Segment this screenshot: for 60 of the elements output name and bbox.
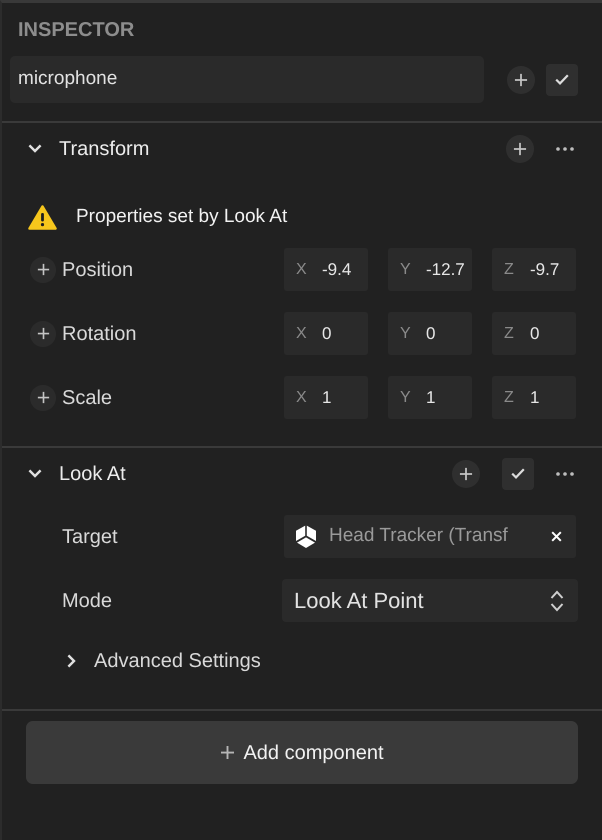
add-button[interactable] (452, 460, 480, 488)
more-button[interactable] (556, 146, 574, 150)
number-field[interactable]: Y -12.7 (388, 248, 472, 291)
keyframe-button[interactable] (30, 320, 56, 346)
select-field[interactable]: Look At Point (282, 579, 578, 622)
property-label: Rotation (62, 322, 136, 346)
axis-label: Y (400, 388, 412, 408)
number-field[interactable]: Z 1 (492, 376, 576, 419)
axis-label: X (296, 388, 308, 408)
section-title: Transform (59, 136, 150, 162)
axis-label: X (296, 324, 308, 344)
number-field[interactable]: Y 1 (388, 376, 472, 419)
section-title: Look At (59, 462, 126, 486)
keyframe-button[interactable] (30, 256, 56, 282)
plus-icon (36, 327, 50, 340)
keyframe-button[interactable] (30, 384, 56, 410)
axis-label: Y (400, 260, 412, 280)
chevron-right-icon[interactable] (67, 654, 76, 668)
axis-label: X (296, 260, 308, 280)
add-button[interactable] (506, 134, 534, 162)
number-field[interactable]: X -9.4 (284, 248, 368, 291)
warning-message: Properties set by Look At (76, 204, 288, 229)
axis-label: Z (504, 260, 515, 280)
plus-icon (459, 466, 473, 480)
more-icon (556, 146, 574, 150)
chevron-down-icon[interactable] (28, 144, 42, 153)
plus-icon (36, 263, 50, 276)
object-field[interactable]: Head Tracker (Transf (284, 515, 576, 558)
close-icon[interactable] (551, 531, 562, 542)
group-title[interactable]: Advanced Settings (94, 646, 261, 676)
plus-icon (513, 142, 527, 156)
property-label: Scale (62, 386, 112, 410)
number-field[interactable]: X 0 (284, 312, 368, 355)
plus-icon (220, 745, 236, 760)
axis-label: Z (504, 324, 515, 344)
plus-icon (36, 391, 50, 404)
plus-icon (514, 72, 528, 86)
up-down-chevron-icon (550, 590, 564, 612)
add-component-button[interactable]: Add component (26, 721, 578, 784)
add-button[interactable] (507, 66, 535, 94)
panel-title: INSPECTOR (17, 18, 136, 43)
axis-label: Z (504, 388, 515, 408)
property-label: Mode (62, 588, 114, 614)
warning-icon (28, 204, 57, 230)
name-field[interactable]: microphone (10, 56, 484, 103)
chevron-down-icon[interactable] (28, 469, 42, 478)
more-button[interactable] (556, 472, 574, 476)
property-label: Position (62, 258, 134, 282)
number-field[interactable]: X 1 (284, 376, 368, 419)
axis-label: Y (400, 324, 412, 344)
check-icon (511, 468, 525, 479)
number-field[interactable]: Z -9.7 (492, 248, 576, 291)
checkbox[interactable] (502, 458, 534, 490)
checkbox[interactable] (546, 64, 578, 96)
number-field[interactable]: Y 0 (388, 312, 472, 355)
check-icon (555, 74, 569, 85)
property-label: Target (62, 524, 119, 550)
number-field[interactable]: Z 0 (492, 312, 576, 355)
cube-icon (294, 524, 318, 550)
more-icon (556, 472, 574, 476)
